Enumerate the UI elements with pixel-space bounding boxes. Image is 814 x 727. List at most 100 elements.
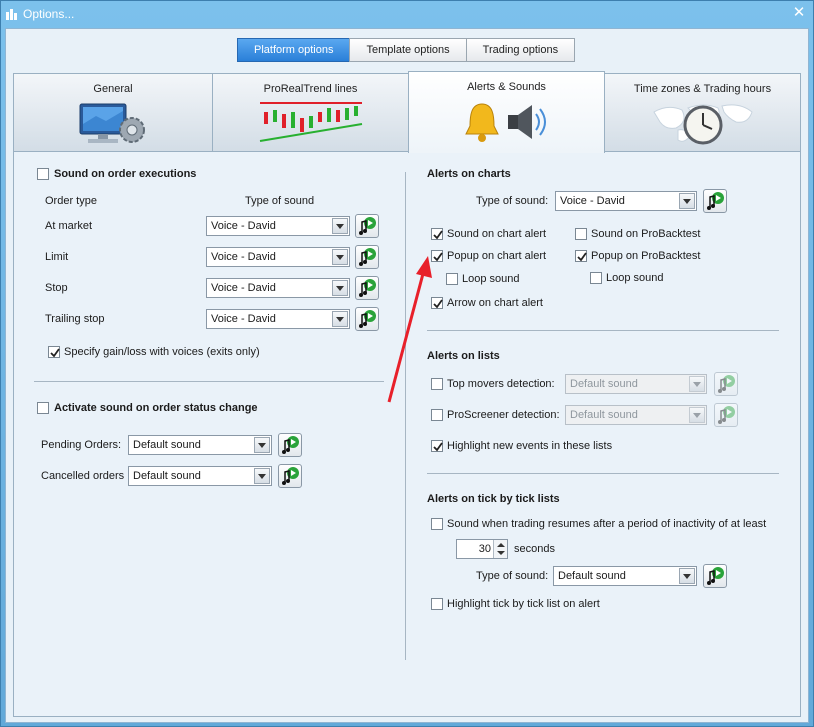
loop-sound-backtest-checkbox[interactable] <box>590 272 602 284</box>
checkmark-icon <box>433 230 443 240</box>
cancelled-orders-sound-select[interactable]: Default sound <box>128 466 272 486</box>
proscreener-sound-value: Default sound <box>570 409 638 421</box>
tab-general-label: General <box>93 83 133 95</box>
chevron-down-icon[interactable] <box>254 437 270 453</box>
sound-trading-resumes-label: Sound when trading resumes after a perio… <box>447 518 767 530</box>
alerts-on-charts-title: Alerts on charts <box>427 168 511 180</box>
trailing-stop-sound-select[interactable]: Voice - David <box>206 309 350 329</box>
trading-options-button[interactable]: Trading options <box>465 38 576 62</box>
chart-sound-select[interactable]: Voice - David <box>555 191 697 211</box>
play-sound-button[interactable] <box>714 372 738 396</box>
window-client: Platform options Template options Tradin… <box>5 28 809 723</box>
popup-on-probacktest-label: Popup on ProBacktest <box>591 250 701 262</box>
close-icon[interactable]: ✕ <box>791 5 807 21</box>
play-sound-button[interactable] <box>714 403 738 427</box>
note-play-icon <box>707 567 724 585</box>
limit-sound-value: Voice - David <box>211 251 276 263</box>
chevron-down-icon[interactable] <box>689 407 705 423</box>
monitor-gear-icon <box>79 103 145 143</box>
tick-sound-select[interactable]: Default sound <box>553 566 697 586</box>
chart-type-of-sound-label: Type of sound: <box>476 195 549 207</box>
tab-general[interactable]: General <box>13 73 213 151</box>
inactivity-seconds-stepper[interactable]: 30 <box>456 539 508 559</box>
inactivity-seconds-value: 30 <box>478 543 491 555</box>
order-status-sound-checkbox[interactable] <box>37 402 49 414</box>
window-title: Options... <box>23 7 75 21</box>
bell-speaker-icon <box>464 103 546 142</box>
pending-orders-value: Default sound <box>133 439 201 451</box>
chevron-down-icon[interactable] <box>332 249 348 265</box>
popup-on-chart-alert-label: Popup on chart alert <box>447 250 547 262</box>
column-divider <box>405 172 406 660</box>
limit-sound-select[interactable]: Voice - David <box>206 247 350 267</box>
highlight-tick-list-checkbox[interactable] <box>431 598 443 610</box>
limit-label: Limit <box>45 251 69 263</box>
sound-order-executions-checkbox[interactable] <box>37 168 49 180</box>
title-bar[interactable]: Options... ✕ <box>1 1 813 27</box>
alerts-on-tick-title: Alerts on tick by tick lists <box>427 493 560 505</box>
highlight-tick-list-label: Highlight tick by tick list on alert <box>447 598 600 610</box>
checkmark-icon <box>50 348 60 358</box>
chevron-down-icon[interactable] <box>689 376 705 392</box>
note-play-icon <box>359 310 376 328</box>
checkmark-icon <box>577 252 587 262</box>
checkmark-icon <box>433 442 443 452</box>
play-sound-button[interactable] <box>703 564 727 588</box>
note-play-icon <box>282 467 299 485</box>
chevron-down-icon[interactable] <box>332 218 348 234</box>
play-sound-button[interactable] <box>703 189 727 213</box>
top-movers-sound-select[interactable]: Default sound <box>565 374 707 394</box>
stop-sound-select[interactable]: Voice - David <box>206 278 350 298</box>
sound-on-probacktest-checkbox[interactable] <box>575 228 587 240</box>
template-options-button[interactable]: Template options <box>349 38 467 62</box>
tab-timezones[interactable]: Time zones & Trading hours <box>604 73 801 151</box>
tab-alerts-sounds[interactable]: Alerts & Sounds <box>408 71 605 153</box>
highlight-new-events-label: Highlight new events in these lists <box>447 440 613 452</box>
tab-prorealtrend-lines[interactable]: ProRealTrend lines <box>212 73 409 151</box>
chevron-down-icon[interactable] <box>679 193 695 209</box>
type-of-sound-header: Type of sound <box>245 195 315 207</box>
cancelled-orders-value: Default sound <box>133 470 201 482</box>
pending-orders-sound-select[interactable]: Default sound <box>128 435 272 455</box>
chevron-down-icon[interactable] <box>332 311 348 327</box>
candlestick-trend-icon <box>259 102 362 142</box>
loop-sound-chart-checkbox[interactable] <box>446 273 458 285</box>
cancelled-orders-label: Cancelled orders <box>41 470 125 482</box>
popup-on-probacktest-checkbox[interactable] <box>575 250 587 262</box>
highlight-new-events-checkbox[interactable] <box>431 440 443 452</box>
at-market-sound-select[interactable]: Voice - David <box>206 216 350 236</box>
tab-prorealtrend-label: ProRealTrend lines <box>263 83 358 95</box>
note-play-icon <box>282 436 299 454</box>
red-annotation-arrow-icon <box>387 256 432 403</box>
platform-options-button[interactable]: Platform options <box>237 38 351 62</box>
chevron-down-icon[interactable] <box>254 468 270 484</box>
sound-trading-resumes-checkbox[interactable] <box>431 518 443 530</box>
lists-divider <box>427 473 779 474</box>
play-sound-button[interactable] <box>355 307 379 331</box>
play-sound-button[interactable] <box>355 214 379 238</box>
proscreener-label: ProScreener detection: <box>447 409 560 421</box>
note-play-icon <box>707 192 724 210</box>
chevron-down-icon[interactable] <box>679 568 695 584</box>
alerts-sounds-panel: Sound on order executions Order type Typ… <box>13 151 801 717</box>
proscreener-sound-select[interactable]: Default sound <box>565 405 707 425</box>
gain-loss-label: Specify gain/loss with voices (exits onl… <box>64 346 260 358</box>
play-sound-button[interactable] <box>278 433 302 457</box>
sound-on-chart-alert-checkbox[interactable] <box>431 228 443 240</box>
loop-sound-chart-label: Loop sound <box>462 273 520 285</box>
note-play-icon <box>359 248 376 266</box>
arrow-on-chart-alert-label: Arrow on chart alert <box>447 297 543 309</box>
tab-alerts-label: Alerts & Sounds <box>467 81 546 93</box>
note-play-icon <box>718 406 735 424</box>
at-market-sound-value: Voice - David <box>211 220 276 232</box>
at-market-label: At market <box>45 220 93 232</box>
play-sound-button[interactable] <box>355 245 379 269</box>
play-sound-button[interactable] <box>355 276 379 300</box>
gain-loss-voices-checkbox[interactable] <box>48 346 60 358</box>
world-clock-icon <box>652 104 753 145</box>
top-movers-label: Top movers detection: <box>447 378 555 390</box>
stepper-arrows-icon[interactable] <box>493 540 507 558</box>
play-sound-button[interactable] <box>278 464 302 488</box>
chevron-down-icon[interactable] <box>332 280 348 296</box>
pending-orders-label: Pending Orders: <box>41 439 122 451</box>
